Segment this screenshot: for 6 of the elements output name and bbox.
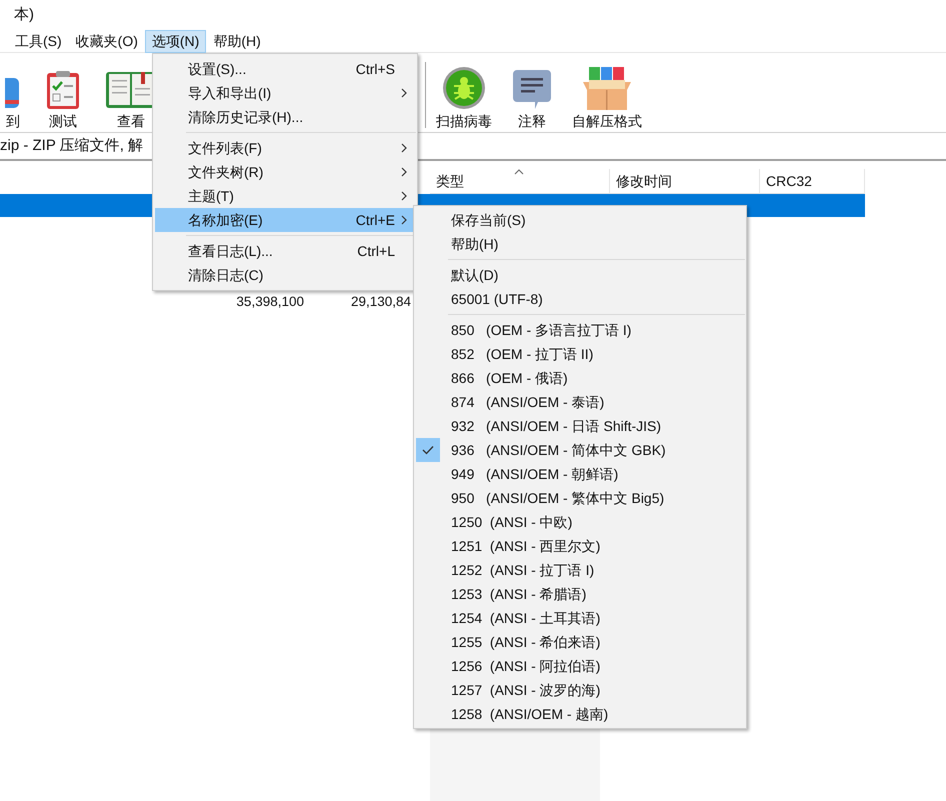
window-title: 本) bbox=[13, 5, 34, 25]
table-cell-text: 29,130,84 bbox=[350, 293, 411, 311]
shortcut-label: Ctrl+L bbox=[357, 242, 395, 260]
shortcut-label: Ctrl+E bbox=[356, 210, 395, 230]
shortcut-label: Ctrl+S bbox=[356, 60, 395, 78]
table-cell-text: 35,398,100 bbox=[235, 293, 304, 311]
